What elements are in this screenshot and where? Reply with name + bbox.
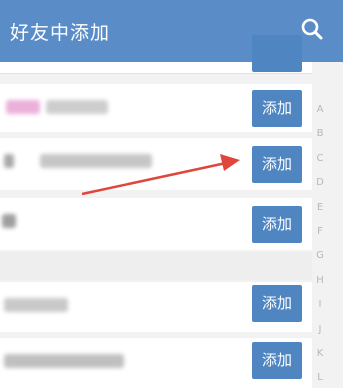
contact-name: [6, 100, 40, 114]
contact-name: [4, 354, 124, 368]
section-divider: [0, 252, 312, 280]
index-letter[interactable]: G: [313, 244, 327, 268]
index-letter[interactable]: E: [313, 196, 327, 220]
add-button[interactable]: 添加: [252, 90, 302, 127]
index-letter[interactable]: A: [313, 98, 327, 122]
index-letter[interactable]: C: [313, 147, 327, 171]
add-button[interactable]: [252, 35, 302, 72]
index-letter[interactable]: H: [313, 269, 327, 293]
index-letter[interactable]: I: [313, 293, 327, 317]
page-title: 好友中添加: [10, 22, 111, 44]
list-item: 添加: [0, 138, 312, 190]
list-item: 添加: [0, 338, 312, 388]
index-letter[interactable]: B: [313, 122, 327, 146]
contact-name: [46, 100, 108, 114]
add-button[interactable]: 添加: [252, 342, 302, 379]
contact-name: [2, 214, 16, 228]
alphabet-index[interactable]: A B C D E F G H I J K L: [313, 98, 327, 388]
list-item: [0, 35, 312, 74]
search-icon[interactable]: [299, 16, 325, 42]
list-item: 添加: [0, 84, 312, 132]
list-item: 添加: [0, 198, 312, 250]
add-button[interactable]: 添加: [252, 146, 302, 183]
index-letter[interactable]: F: [313, 220, 327, 244]
contact-name: [4, 298, 68, 312]
friend-list: 添加 添加 添加 添加 添加: [0, 35, 343, 388]
index-letter[interactable]: K: [313, 342, 327, 366]
screen: 好友中添加 添加 添加 添加 添加 添加 A B C D E F G H I J…: [0, 0, 343, 388]
index-letter[interactable]: J: [313, 318, 327, 342]
contact-name: [40, 154, 152, 168]
list-item: 添加: [0, 282, 312, 332]
add-button[interactable]: 添加: [252, 206, 302, 243]
add-button[interactable]: 添加: [252, 285, 302, 322]
contact-name: [4, 154, 14, 168]
index-letter[interactable]: D: [313, 171, 327, 195]
index-letter[interactable]: L: [313, 366, 327, 388]
